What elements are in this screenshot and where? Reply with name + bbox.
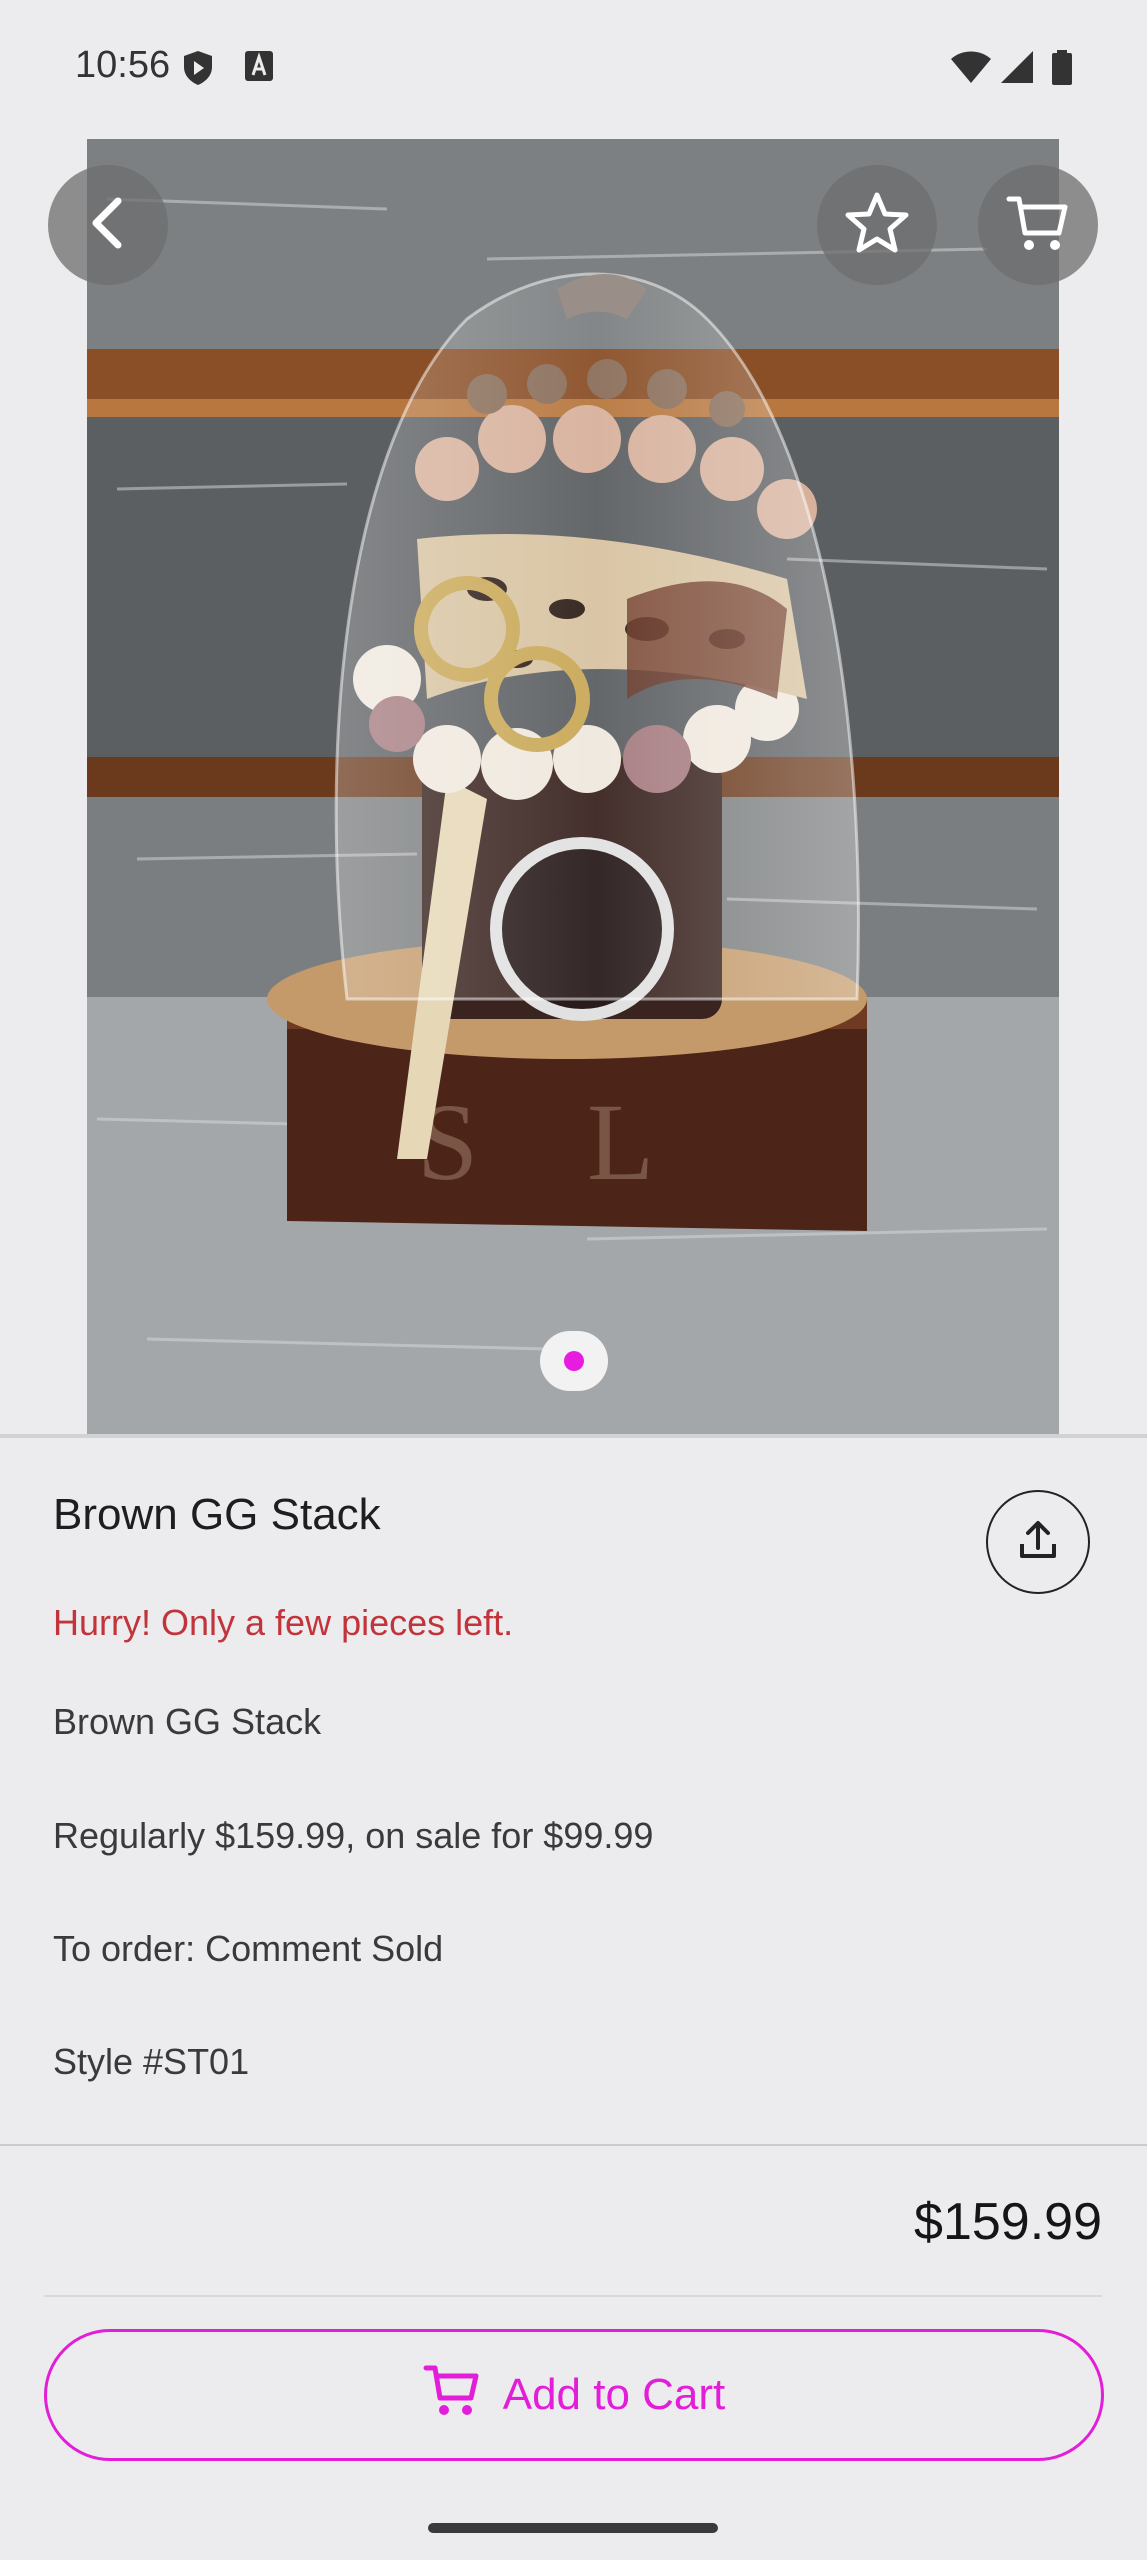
divider xyxy=(0,2144,1147,2146)
back-button[interactable] xyxy=(48,165,168,285)
description-line: Regularly $159.99, on sale for $99.99 xyxy=(53,1815,654,1856)
description-line: Brown GG Stack xyxy=(53,1701,322,1742)
product-image[interactable]: S L xyxy=(87,139,1059,1434)
cart-icon xyxy=(1005,191,1071,260)
wifi-icon xyxy=(950,50,992,89)
signal-icon xyxy=(1000,50,1034,89)
home-indicator[interactable] xyxy=(428,2523,718,2533)
star-outline-icon xyxy=(844,191,910,260)
status-time: 10:56 xyxy=(75,44,171,86)
carousel-dot-active xyxy=(564,1351,584,1371)
shield-icon xyxy=(182,50,214,91)
description-line: To order: Comment Sold xyxy=(53,1928,444,1969)
product-price: $159.99 xyxy=(914,2193,1102,2251)
share-icon xyxy=(1016,1518,1060,1567)
battery-icon xyxy=(1051,50,1073,91)
cart-button[interactable] xyxy=(978,165,1098,285)
add-to-cart-label: Add to Cart xyxy=(502,2370,726,2419)
carousel-indicator xyxy=(540,1331,608,1391)
chevron-left-icon xyxy=(86,197,130,254)
description-line: Style #ST01 xyxy=(53,2041,250,2082)
divider xyxy=(44,2295,1102,2297)
product-title: Brown GG Stack xyxy=(53,1490,381,1539)
product-photo: S L xyxy=(87,139,1059,1434)
cart-icon xyxy=(423,2362,481,2429)
svg-text:L: L xyxy=(587,1081,654,1203)
favorite-button[interactable] xyxy=(817,165,937,285)
share-button[interactable] xyxy=(986,1490,1090,1594)
stock-warning: Hurry! Only a few pieces left. xyxy=(53,1602,514,1643)
add-to-cart-button[interactable]: Add to Cart xyxy=(44,2329,1104,2461)
status-bar: 10:56 xyxy=(0,0,1147,140)
font-a-icon xyxy=(244,50,274,87)
image-divider xyxy=(0,1434,1147,1438)
